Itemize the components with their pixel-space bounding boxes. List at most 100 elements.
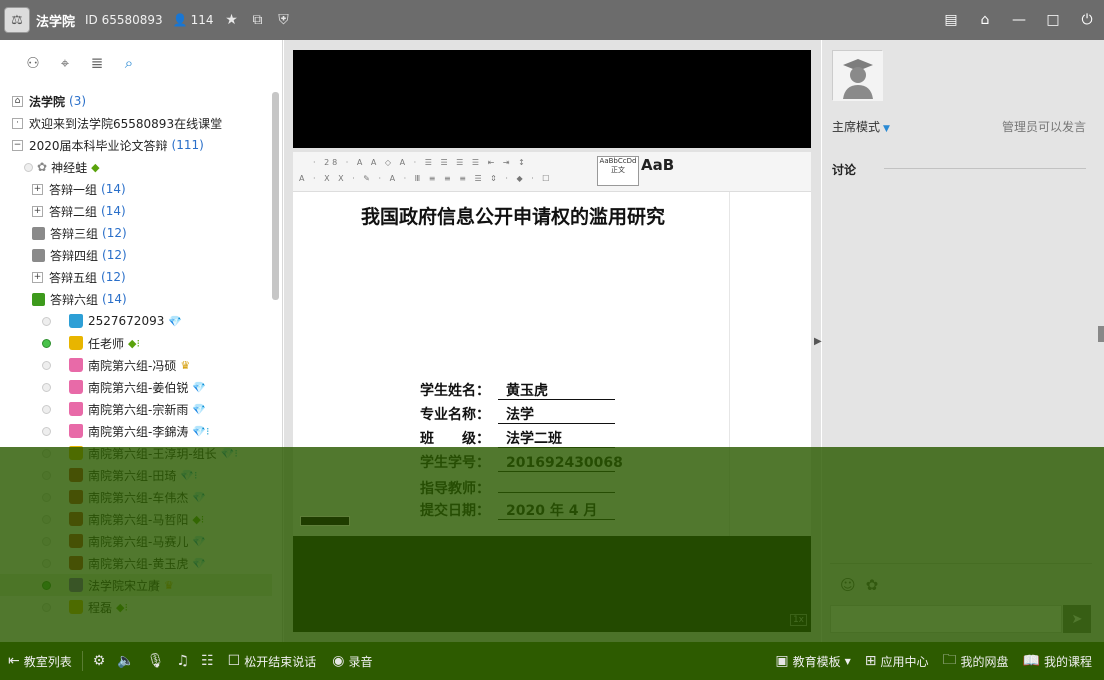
shield-icon[interactable]: ⛨	[276, 12, 292, 28]
status-dot	[42, 536, 51, 546]
expand-icon[interactable]: +	[32, 183, 43, 195]
tree-group[interactable]: + 答辩一组 (14)	[0, 178, 272, 200]
record-button[interactable]: ◉ 录音	[332, 653, 372, 670]
member-row[interactable]: 南院第六组-王淳玥-组长 💎⁝	[0, 442, 272, 464]
mixer-icon[interactable]: ☷	[201, 653, 214, 669]
my-course-button[interactable]: 📖 我的课程	[1023, 653, 1092, 670]
tree-group[interactable]: + 答辩五组 (12)	[0, 266, 272, 288]
chat-input[interactable]	[830, 605, 1062, 633]
zoom-indicator[interactable]: 1x	[789, 614, 807, 626]
style-normal[interactable]: AaBbCcDd 正文	[597, 156, 639, 186]
tree-group[interactable]: + 答辩二组 (14)	[0, 200, 272, 222]
minimize-icon[interactable]: —	[1010, 11, 1028, 29]
doc-field: 专业名称： 法学	[420, 404, 615, 424]
search-icon[interactable]: ⌕	[120, 54, 138, 72]
member-role-icon	[69, 468, 83, 482]
status-dot	[42, 448, 51, 458]
tree-root[interactable]: ⌂ 法学院 (3)	[0, 90, 272, 112]
member-role-icon	[69, 314, 83, 328]
doc-field: 学生学号： 201692430068	[420, 455, 623, 472]
edu-template-button[interactable]: ▣ 教育模板 ▼	[775, 653, 850, 670]
tree-group[interactable]: 答辩四组 (12)	[0, 244, 272, 266]
status-dot	[42, 360, 51, 370]
tree-group[interactable]: 答辩六组 (14)	[0, 288, 272, 310]
my-cloud-button[interactable]: 🗀 我的网盘	[943, 649, 1009, 673]
list-icon[interactable]: ≣	[88, 54, 106, 72]
room-name: 法学院	[36, 14, 76, 30]
member-name: 法学院宋立賡	[88, 578, 161, 593]
home-icon[interactable]: ⌂	[976, 11, 994, 29]
location-icon[interactable]: ⌖	[56, 54, 74, 72]
member-row[interactable]: 南院第六组-田琦 💎⁝	[0, 464, 272, 486]
style-heading-preview[interactable]: AaB	[641, 156, 674, 174]
member-badge-icon: 💎	[192, 534, 207, 548]
member-role-icon	[69, 446, 83, 460]
member-role-icon	[69, 358, 83, 372]
doc-field: 指导教师：	[420, 476, 615, 498]
status-dot	[42, 426, 51, 436]
classroom-list-button[interactable]: ⇤ 教室列表	[8, 653, 72, 670]
gear-icon[interactable]: ⚙	[93, 653, 106, 669]
group-icon	[32, 226, 45, 240]
speaker-icon[interactable]: 🔈	[117, 653, 134, 669]
push-to-talk-button[interactable]: ☐ 松开结束说话	[228, 653, 317, 670]
bottom-toolbar: ⇤ 教室列表 ⚙ 🔈 🎙 ♫ ☷ ☐ 松开结束说话 ◉ 录音 ▣ 教育模板 ▼ …	[0, 642, 1104, 680]
apps-icon: ⊞	[864, 653, 877, 669]
member-list: 2527672093 💎 任老师 ◆⁝ 南院第六组-冯硕 ♛ 南院第六组-姜伯锐 💎 南院第六组…	[0, 310, 272, 618]
avatar	[832, 50, 883, 101]
member-row[interactable]: 南院第六组-宗新雨 💎	[0, 398, 272, 420]
flower-icon[interactable]: ✿	[866, 576, 879, 594]
status-dot	[42, 514, 51, 524]
member-role-icon	[69, 556, 83, 570]
panel-resize-handle[interactable]	[1098, 326, 1104, 342]
member-row[interactable]: 南院第六组-黄玉虎 💎	[0, 552, 272, 574]
maximize-icon[interactable]: □	[1044, 11, 1062, 29]
music-icon[interactable]: ♫	[177, 653, 190, 669]
folder-icon: 🗀	[942, 652, 957, 668]
power-icon[interactable]: ⏻	[1078, 11, 1096, 29]
member-row[interactable]: 南院第六组-冯硕 ♛	[0, 354, 272, 376]
collapse-arrow-icon[interactable]: ▶	[814, 336, 822, 347]
member-row[interactable]: 2527672093 💎	[0, 310, 272, 332]
member-row[interactable]: 法学院宋立賡 ♛	[0, 574, 272, 596]
member-icon[interactable]: ⚇	[24, 54, 42, 72]
member-row[interactable]: 程磊 ◆⁝	[0, 596, 272, 618]
status-dot	[42, 602, 51, 612]
expand-icon[interactable]: +	[32, 271, 43, 283]
member-row[interactable]: 任老师 ◆⁝	[0, 332, 272, 354]
share-icon[interactable]: ⧉	[250, 12, 266, 28]
tree-host[interactable]: ✿ 神经蛙 ◆	[0, 156, 272, 178]
app-center-button[interactable]: ⊞ 应用中心	[865, 653, 929, 670]
member-row[interactable]: 南院第六组-马哲阳 ◆⁝	[0, 508, 272, 530]
member-row[interactable]: 南院第六组-李錦涛 💎⁝	[0, 420, 272, 442]
member-name: 南院第六组-田琦	[88, 468, 177, 483]
member-role-icon	[69, 380, 83, 394]
member-row[interactable]: 南院第六组-马赛儿 💎	[0, 530, 272, 552]
star-icon[interactable]: ★	[224, 12, 240, 28]
send-button[interactable]: ➤	[1063, 605, 1091, 633]
right-panel: 主席模式 ▼ 管理员可以发言 讨论 ☺ ✿ ➤	[822, 40, 1104, 642]
tree-channel[interactable]: − 2020届本科毕业论文答辩 (111)	[0, 134, 272, 156]
discussion-label: 讨论	[832, 163, 857, 177]
microphone-icon[interactable]: 🎙	[147, 653, 165, 669]
tree-welcome[interactable]: · 欢迎来到法学院65580893在线课堂	[0, 112, 272, 134]
tree-group[interactable]: 答辩三组 (12)	[0, 222, 272, 244]
member-name: 南院第六组-李錦涛	[88, 424, 189, 439]
room-id: ID 65580893	[85, 13, 163, 27]
collapse-icon[interactable]: −	[12, 139, 23, 151]
member-row[interactable]: 南院第六组-车伟杰 💎	[0, 486, 272, 508]
send-icon: ➤	[1071, 611, 1083, 627]
expand-icon[interactable]: +	[32, 205, 43, 217]
member-row[interactable]: 南院第六组-姜伯锐 💎	[0, 376, 272, 398]
mode-selector[interactable]: 主席模式 ▼	[832, 118, 890, 135]
emoji-icon[interactable]: ☺	[840, 576, 856, 594]
status-dot	[42, 316, 51, 326]
doc-field: 学生姓名： 黄玉虎	[420, 380, 615, 400]
page-edge	[729, 192, 730, 537]
tree-scrollbar[interactable]	[272, 92, 279, 300]
member-role-icon	[69, 600, 83, 614]
notes-icon[interactable]: ▤	[942, 11, 960, 29]
status-dot	[42, 580, 51, 590]
group-icon	[32, 292, 45, 306]
member-name: 南院第六组-马赛儿	[88, 534, 189, 549]
